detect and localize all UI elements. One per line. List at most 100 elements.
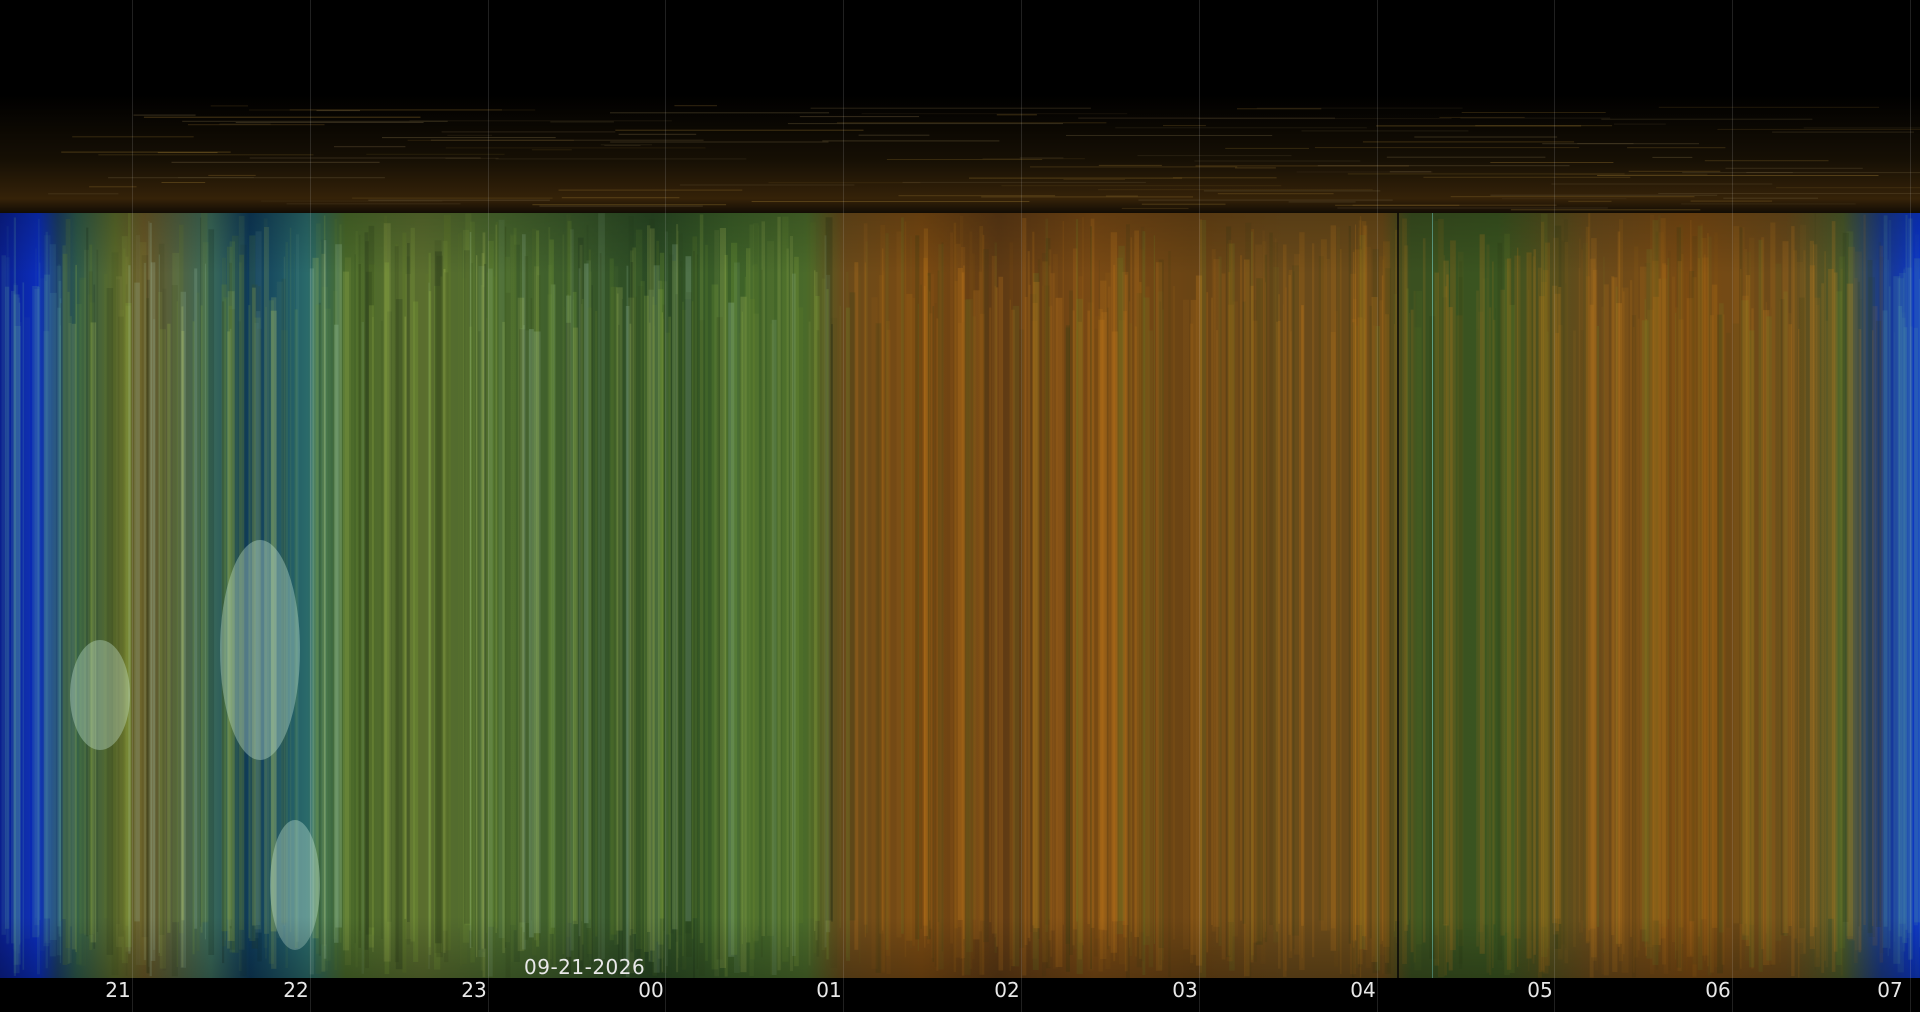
noise-line bbox=[1138, 199, 1393, 201]
noise-line bbox=[1803, 127, 1920, 129]
noise-line bbox=[1717, 128, 1920, 130]
hour-gridline bbox=[1021, 0, 1022, 1012]
noise-line bbox=[1121, 207, 1189, 209]
noise-line bbox=[1352, 204, 1557, 206]
noise-line bbox=[861, 113, 1128, 115]
noise-line bbox=[1317, 165, 1570, 167]
hour-gridline bbox=[1199, 0, 1200, 1012]
noise-line bbox=[1577, 143, 1634, 145]
noise-line bbox=[316, 110, 360, 112]
noise-line bbox=[89, 186, 137, 188]
noise-line bbox=[1682, 172, 1920, 174]
noise-line bbox=[1723, 197, 1819, 199]
noise-line bbox=[1461, 112, 1606, 113]
noise-line bbox=[1225, 147, 1309, 149]
noise-line bbox=[532, 204, 727, 206]
noise-line bbox=[1030, 166, 1238, 168]
time-tick-label: 00 bbox=[638, 978, 664, 1002]
noise-line bbox=[898, 195, 1056, 197]
time-tick-label: 22 bbox=[283, 978, 309, 1002]
noise-line bbox=[1098, 189, 1373, 191]
hour-gridline bbox=[1377, 0, 1378, 1012]
hour-gridline bbox=[1910, 0, 1911, 1012]
noise-line bbox=[409, 120, 672, 122]
noise-line bbox=[981, 196, 1194, 198]
noise-line bbox=[1063, 178, 1125, 180]
noise-line bbox=[1658, 106, 1880, 108]
noise-line bbox=[210, 105, 248, 107]
noise-line bbox=[48, 193, 119, 195]
noise-line bbox=[679, 184, 855, 186]
noise-line bbox=[1450, 196, 1695, 198]
noise-line bbox=[1347, 173, 1625, 175]
noise-line bbox=[1423, 176, 1631, 178]
noise-line bbox=[1490, 194, 1718, 196]
noise-line bbox=[1141, 203, 1226, 205]
noise-line bbox=[1776, 187, 1920, 189]
noise-line bbox=[157, 152, 218, 154]
noise-line bbox=[858, 134, 930, 136]
noise-line bbox=[366, 153, 505, 155]
time-tick-label: 03 bbox=[1172, 978, 1198, 1002]
noise-line bbox=[539, 205, 703, 207]
noise-line bbox=[178, 177, 254, 179]
keogram-plot bbox=[0, 213, 1920, 978]
noise-line bbox=[208, 174, 256, 176]
noise-line bbox=[1198, 118, 1452, 120]
noise-line bbox=[133, 114, 196, 116]
time-tick-label: 02 bbox=[994, 978, 1020, 1002]
noise-line bbox=[1194, 160, 1361, 162]
noise-line bbox=[799, 116, 920, 118]
noise-line bbox=[531, 149, 572, 151]
noise-line bbox=[1105, 195, 1138, 197]
noise-line bbox=[334, 146, 406, 148]
noise-line bbox=[1288, 201, 1356, 203]
noise-line bbox=[187, 124, 325, 126]
hour-gridline bbox=[1732, 0, 1733, 1012]
hour-gridline bbox=[843, 0, 844, 1012]
noise-line bbox=[1652, 156, 1693, 158]
noise-line bbox=[1510, 209, 1701, 211]
noise-line bbox=[768, 182, 921, 184]
noise-line bbox=[261, 200, 443, 202]
noise-line bbox=[441, 131, 616, 133]
noise-line bbox=[610, 112, 830, 114]
noise-line bbox=[886, 159, 1043, 160]
noise-line bbox=[610, 141, 829, 143]
noise-line bbox=[615, 129, 864, 131]
time-tick-label: 04 bbox=[1350, 978, 1376, 1002]
noise-line bbox=[1001, 185, 1282, 187]
noise-line bbox=[352, 197, 553, 199]
noise-line bbox=[1460, 117, 1611, 119]
noise-line bbox=[382, 137, 556, 139]
noise-line bbox=[751, 201, 1030, 202]
noise-line bbox=[171, 161, 380, 163]
hour-gridline bbox=[310, 0, 311, 1012]
noise-line bbox=[558, 189, 743, 191]
noise-line bbox=[1098, 164, 1162, 166]
noise-line bbox=[1681, 203, 1856, 205]
noise-line bbox=[1389, 171, 1432, 173]
top-band-texture bbox=[48, 105, 1920, 211]
noise-line bbox=[1235, 167, 1276, 169]
noise-line bbox=[182, 120, 448, 122]
noise-line bbox=[1704, 160, 1829, 162]
noise-line bbox=[1490, 162, 1614, 163]
noise-line bbox=[249, 157, 481, 159]
noise-line bbox=[674, 105, 717, 107]
noise-line bbox=[1362, 141, 1575, 143]
noise-line bbox=[1601, 118, 1813, 120]
time-tick-label: 23 bbox=[461, 978, 487, 1002]
noise-line bbox=[1019, 157, 1064, 159]
noise-line bbox=[1613, 123, 1666, 125]
noise-line bbox=[1301, 130, 1469, 132]
noise-line bbox=[996, 114, 1037, 116]
noise-line bbox=[618, 133, 697, 135]
noise-line bbox=[407, 139, 574, 141]
noise-line bbox=[1217, 193, 1334, 195]
time-tick-label: 06 bbox=[1705, 978, 1731, 1002]
noise-line bbox=[969, 177, 1183, 179]
noise-line bbox=[235, 122, 424, 123]
time-tick-label: 05 bbox=[1527, 978, 1553, 1002]
noise-line bbox=[561, 197, 680, 199]
